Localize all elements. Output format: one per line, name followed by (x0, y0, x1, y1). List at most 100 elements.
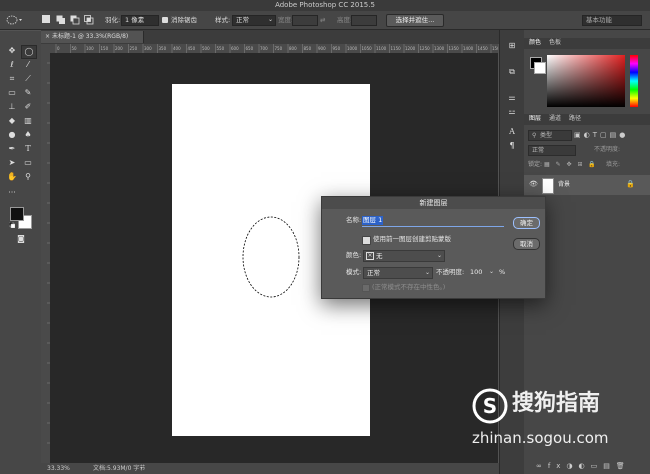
new-selection-icon[interactable] (42, 15, 50, 23)
search-icon: ⚲ (532, 132, 537, 139)
ruler-tick-label: 850 (304, 46, 312, 51)
tools-panel: ✥ ◯ ℓ ⁄ ⌗ ⟋ ▭ ✎ ⊥ ✐ ◆ ▥ ● ♠ ✒ T ➤ ▭ ✋ ⚲ … (0, 31, 42, 474)
adjustments-panel-icon[interactable]: ⚌ (505, 92, 519, 104)
layer-blend-mode-select[interactable]: 正常 (528, 145, 576, 156)
new-layer-dialog: 新建图层 名称: 图层 1 使用前一图层创建剪贴蒙版 颜色: × 无 ⌄ 模式:… (321, 196, 546, 299)
marquee-tool-preset-icon[interactable] (6, 15, 22, 25)
layer-kind-label: 类型 (540, 132, 553, 139)
zoom-level[interactable]: 33.33% (47, 463, 70, 474)
clone-stamp-tool-icon[interactable]: ⊥ (5, 101, 19, 113)
tab-paths[interactable]: 路径 (569, 114, 581, 124)
more-tools-icon[interactable]: ··· (5, 187, 19, 199)
magic-wand-tool-icon[interactable]: ⁄ (21, 59, 35, 71)
ruler-tick-label: 700 (260, 46, 268, 51)
feather-input[interactable]: 1 像素 (121, 15, 159, 26)
style-select[interactable]: 正常 ⌄ (232, 15, 276, 26)
window-title: Adobe Photoshop CC 2015.5 (275, 1, 375, 9)
watermark-brand: 搜狗指南 (512, 391, 601, 416)
layer-row-background[interactable]: 👁 背景 🔒 (524, 175, 650, 195)
panel-background-swatch[interactable] (534, 62, 546, 74)
document-tab[interactable]: × 未标题-1 @ 33.3%(RGB/8) (41, 31, 144, 43)
layer-name-input[interactable]: 图层 1 (362, 215, 504, 227)
layer-color-value: 无 (376, 252, 383, 260)
eyedropper-tool-icon[interactable]: ⟋ (21, 73, 35, 85)
default-colors-icon[interactable] (8, 221, 16, 229)
width-input[interactable] (292, 15, 318, 26)
layer-name-label: 名称: (346, 216, 362, 224)
clip-mask-checkbox[interactable] (362, 236, 371, 245)
status-bar: 33.33% 文档:5.93M/0 字节 › (41, 463, 499, 474)
style-value: 正常 (236, 16, 249, 24)
history-brush-tool-icon[interactable]: ✐ (21, 101, 35, 113)
tab-layers[interactable]: 图层 (529, 114, 541, 124)
hand-tool-icon[interactable]: ✋ (5, 171, 19, 183)
foreground-color-swatch[interactable] (10, 207, 24, 221)
elliptical-selection-marquee (242, 216, 300, 298)
layer-name[interactable]: 背景 (558, 180, 570, 190)
ruler-tick-label: 450 (188, 46, 196, 51)
visibility-eye-icon[interactable]: 👁 (529, 180, 538, 188)
ruler-tick-label: 400 (173, 46, 181, 51)
brush-tool-icon[interactable]: ✎ (21, 87, 35, 99)
color-field[interactable] (547, 55, 625, 107)
healing-brush-tool-icon[interactable]: ▭ (5, 87, 19, 99)
tab-swatches[interactable]: 色板 (549, 38, 561, 48)
layer-panel-footer-icons[interactable]: ∞fx◑◐▭▤🗑 (536, 461, 646, 471)
height-label: 高度: (337, 16, 353, 24)
hue-slider[interactable] (630, 55, 638, 107)
layer-kind-filter[interactable]: ⚲ 类型 (528, 130, 572, 141)
chevron-down-icon[interactable]: ⌄ (489, 267, 494, 277)
neutral-fill-checkbox (362, 284, 370, 292)
ok-button[interactable]: 确定 (513, 217, 540, 229)
document-tab-label: 未标题-1 @ 33.3%(RGB/8) (51, 33, 129, 40)
layer-lock-icon: 🔒 (626, 180, 635, 188)
close-tab-icon[interactable]: × (45, 33, 52, 40)
layer-lock-label: 锁定: (528, 161, 543, 168)
blur-tool-icon[interactable]: ● (5, 129, 19, 141)
lock-icons[interactable]: ▦ ✎ ✥ ⊞ 🔒 (544, 160, 598, 170)
add-selection-icon[interactable] (56, 15, 65, 24)
select-and-mask-button[interactable]: 选择并遮住... (386, 14, 444, 27)
intersect-selection-icon[interactable] (84, 15, 94, 25)
ruler-tick-label: 1500 (492, 46, 498, 51)
eraser-tool-icon[interactable]: ◆ (5, 115, 19, 127)
dodge-tool-icon[interactable]: ♠ (21, 129, 35, 141)
history-panel-icon[interactable]: ⊞ (505, 40, 519, 52)
layer-color-select[interactable]: × 无 ⌄ (363, 250, 445, 262)
ruler-tick-label: 0 (57, 46, 60, 51)
gradient-tool-icon[interactable]: ▥ (21, 115, 35, 127)
crop-tool-icon[interactable]: ⌗ (5, 73, 19, 85)
paragraph-panel-icon[interactable]: ¶ (505, 140, 519, 152)
subtract-selection-icon[interactable] (70, 15, 80, 25)
blend-mode-select[interactable]: 正常 ⌄ (363, 267, 433, 279)
quick-mask-icon[interactable]: ◙ (14, 233, 28, 245)
path-selection-tool-icon[interactable]: ➤ (5, 157, 19, 169)
character-panel-icon[interactable]: A (505, 126, 519, 138)
properties-panel-icon[interactable]: ⧉ (505, 66, 519, 78)
move-tool-icon[interactable]: ✥ (5, 45, 19, 57)
type-tool-icon[interactable]: T (21, 143, 35, 155)
sliders-panel-icon[interactable]: ⚍ (505, 106, 519, 118)
lasso-tool-icon[interactable]: ℓ (5, 59, 19, 71)
antialias-checkbox[interactable] (162, 17, 168, 23)
layer-filter-icons[interactable]: ▣◐T▢▤● (574, 130, 646, 140)
tab-color[interactable]: 颜色 (529, 38, 541, 48)
chevron-down-icon: ⌄ (267, 16, 273, 23)
tab-channels[interactable]: 通道 (549, 114, 561, 124)
ruler-tick-label: 950 (333, 46, 341, 51)
workspace-switcher[interactable]: 基本功能 (582, 15, 642, 26)
shape-tool-icon[interactable]: ▭ (21, 157, 35, 169)
ruler-tick-label: 1000 (347, 46, 358, 51)
elliptical-marquee-tool-icon[interactable]: ◯ (21, 45, 37, 59)
watermark-url: zhinan.sogou.com (472, 429, 609, 447)
pen-tool-icon[interactable]: ✒ (5, 143, 19, 155)
opacity-input[interactable]: 100 ⌄ (470, 267, 496, 277)
status-menu-icon[interactable]: › (140, 463, 142, 474)
height-input[interactable] (351, 15, 377, 26)
swap-dimensions-icon[interactable]: ⇄ (320, 15, 325, 25)
svg-text:S: S (483, 394, 497, 418)
feather-label: 羽化: (105, 16, 121, 24)
cancel-button[interactable]: 取消 (513, 238, 540, 250)
zoom-tool-icon[interactable]: ⚲ (21, 171, 35, 183)
ruler-tick-label: 350 (159, 46, 167, 51)
